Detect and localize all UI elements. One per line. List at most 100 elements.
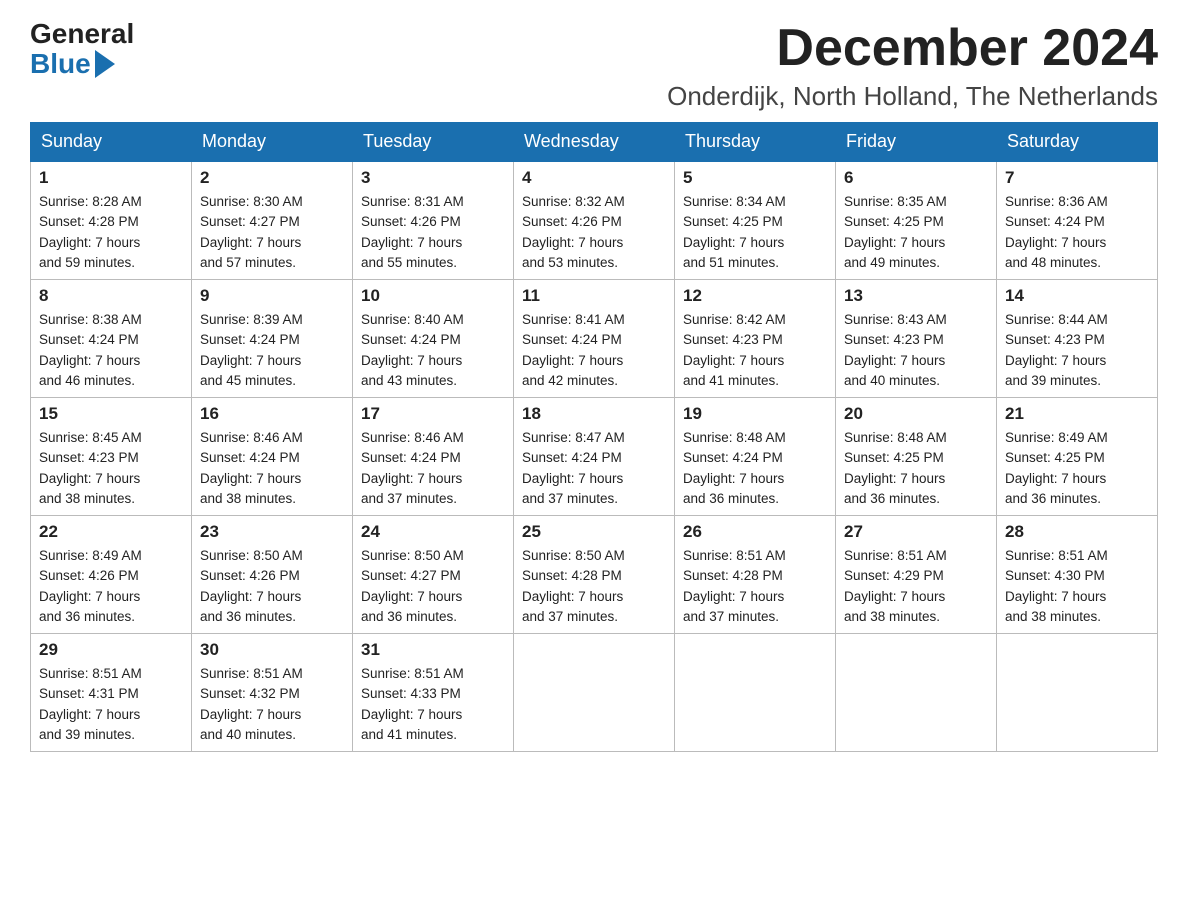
day-info: Sunrise: 8:34 AM Sunset: 4:25 PM Dayligh…	[683, 192, 827, 273]
table-row	[836, 634, 997, 752]
daylight-minutes: and 41 minutes.	[361, 727, 457, 742]
table-row: 20 Sunrise: 8:48 AM Sunset: 4:25 PM Dayl…	[836, 398, 997, 516]
location-title: Onderdijk, North Holland, The Netherland…	[667, 81, 1158, 112]
daylight-minutes: and 46 minutes.	[39, 373, 135, 388]
day-number: 15	[39, 404, 183, 424]
table-row: 17 Sunrise: 8:46 AM Sunset: 4:24 PM Dayl…	[353, 398, 514, 516]
daylight-minutes: and 57 minutes.	[200, 255, 296, 270]
logo: General Blue	[30, 20, 134, 80]
table-row: 19 Sunrise: 8:48 AM Sunset: 4:24 PM Dayl…	[675, 398, 836, 516]
daylight-minutes: and 39 minutes.	[1005, 373, 1101, 388]
sunset-label: Sunset: 4:24 PM	[361, 450, 461, 465]
day-info: Sunrise: 8:51 AM Sunset: 4:29 PM Dayligh…	[844, 546, 988, 627]
sunset-label: Sunset: 4:25 PM	[683, 214, 783, 229]
day-number: 29	[39, 640, 183, 660]
daylight-label: Daylight: 7 hours	[200, 707, 301, 722]
day-info: Sunrise: 8:51 AM Sunset: 4:31 PM Dayligh…	[39, 664, 183, 745]
day-info: Sunrise: 8:47 AM Sunset: 4:24 PM Dayligh…	[522, 428, 666, 509]
day-info: Sunrise: 8:46 AM Sunset: 4:24 PM Dayligh…	[361, 428, 505, 509]
daylight-minutes: and 38 minutes.	[200, 491, 296, 506]
sunrise-label: Sunrise: 8:46 AM	[200, 430, 303, 445]
sunset-label: Sunset: 4:24 PM	[39, 332, 139, 347]
sunrise-label: Sunrise: 8:49 AM	[1005, 430, 1108, 445]
table-row: 21 Sunrise: 8:49 AM Sunset: 4:25 PM Dayl…	[997, 398, 1158, 516]
sunrise-label: Sunrise: 8:48 AM	[844, 430, 947, 445]
day-info: Sunrise: 8:50 AM Sunset: 4:28 PM Dayligh…	[522, 546, 666, 627]
day-info: Sunrise: 8:41 AM Sunset: 4:24 PM Dayligh…	[522, 310, 666, 391]
sunrise-label: Sunrise: 8:49 AM	[39, 548, 142, 563]
day-number: 27	[844, 522, 988, 542]
table-row: 28 Sunrise: 8:51 AM Sunset: 4:30 PM Dayl…	[997, 516, 1158, 634]
sunset-label: Sunset: 4:25 PM	[844, 450, 944, 465]
sunrise-label: Sunrise: 8:38 AM	[39, 312, 142, 327]
daylight-label: Daylight: 7 hours	[844, 235, 945, 250]
table-row: 15 Sunrise: 8:45 AM Sunset: 4:23 PM Dayl…	[31, 398, 192, 516]
sunrise-label: Sunrise: 8:41 AM	[522, 312, 625, 327]
daylight-label: Daylight: 7 hours	[683, 235, 784, 250]
sunrise-label: Sunrise: 8:45 AM	[39, 430, 142, 445]
sunset-label: Sunset: 4:24 PM	[200, 332, 300, 347]
day-info: Sunrise: 8:48 AM Sunset: 4:25 PM Dayligh…	[844, 428, 988, 509]
day-number: 9	[200, 286, 344, 306]
table-row: 18 Sunrise: 8:47 AM Sunset: 4:24 PM Dayl…	[514, 398, 675, 516]
day-info: Sunrise: 8:42 AM Sunset: 4:23 PM Dayligh…	[683, 310, 827, 391]
calendar-week-row: 29 Sunrise: 8:51 AM Sunset: 4:31 PM Dayl…	[31, 634, 1158, 752]
page-header: General Blue December 2024 Onderdijk, No…	[30, 20, 1158, 112]
daylight-label: Daylight: 7 hours	[844, 471, 945, 486]
daylight-minutes: and 40 minutes.	[844, 373, 940, 388]
daylight-label: Daylight: 7 hours	[200, 589, 301, 604]
sunrise-label: Sunrise: 8:42 AM	[683, 312, 786, 327]
logo-arrow-icon	[95, 50, 115, 78]
day-number: 28	[1005, 522, 1149, 542]
sunrise-label: Sunrise: 8:51 AM	[361, 666, 464, 681]
sunrise-label: Sunrise: 8:50 AM	[361, 548, 464, 563]
day-number: 26	[683, 522, 827, 542]
day-number: 21	[1005, 404, 1149, 424]
daylight-minutes: and 41 minutes.	[683, 373, 779, 388]
table-row: 16 Sunrise: 8:46 AM Sunset: 4:24 PM Dayl…	[192, 398, 353, 516]
daylight-label: Daylight: 7 hours	[361, 589, 462, 604]
sunset-label: Sunset: 4:28 PM	[522, 568, 622, 583]
sunset-label: Sunset: 4:26 PM	[200, 568, 300, 583]
table-row: 23 Sunrise: 8:50 AM Sunset: 4:26 PM Dayl…	[192, 516, 353, 634]
daylight-minutes: and 36 minutes.	[683, 491, 779, 506]
day-number: 13	[844, 286, 988, 306]
day-number: 8	[39, 286, 183, 306]
table-row: 30 Sunrise: 8:51 AM Sunset: 4:32 PM Dayl…	[192, 634, 353, 752]
calendar-table: Sunday Monday Tuesday Wednesday Thursday…	[30, 122, 1158, 752]
day-number: 31	[361, 640, 505, 660]
table-row: 8 Sunrise: 8:38 AM Sunset: 4:24 PM Dayli…	[31, 280, 192, 398]
sunset-label: Sunset: 4:26 PM	[522, 214, 622, 229]
daylight-label: Daylight: 7 hours	[1005, 235, 1106, 250]
daylight-minutes: and 39 minutes.	[39, 727, 135, 742]
daylight-minutes: and 43 minutes.	[361, 373, 457, 388]
daylight-minutes: and 45 minutes.	[200, 373, 296, 388]
daylight-minutes: and 37 minutes.	[522, 491, 618, 506]
sunset-label: Sunset: 4:24 PM	[361, 332, 461, 347]
sunset-label: Sunset: 4:32 PM	[200, 686, 300, 701]
sunset-label: Sunset: 4:30 PM	[1005, 568, 1105, 583]
day-info: Sunrise: 8:30 AM Sunset: 4:27 PM Dayligh…	[200, 192, 344, 273]
daylight-label: Daylight: 7 hours	[683, 353, 784, 368]
day-number: 18	[522, 404, 666, 424]
sunrise-label: Sunrise: 8:50 AM	[200, 548, 303, 563]
daylight-minutes: and 55 minutes.	[361, 255, 457, 270]
table-row: 7 Sunrise: 8:36 AM Sunset: 4:24 PM Dayli…	[997, 161, 1158, 280]
day-number: 14	[1005, 286, 1149, 306]
daylight-label: Daylight: 7 hours	[361, 235, 462, 250]
daylight-minutes: and 36 minutes.	[361, 609, 457, 624]
day-info: Sunrise: 8:39 AM Sunset: 4:24 PM Dayligh…	[200, 310, 344, 391]
daylight-minutes: and 37 minutes.	[683, 609, 779, 624]
day-number: 30	[200, 640, 344, 660]
sunset-label: Sunset: 4:26 PM	[361, 214, 461, 229]
day-info: Sunrise: 8:51 AM Sunset: 4:30 PM Dayligh…	[1005, 546, 1149, 627]
month-title: December 2024	[667, 20, 1158, 77]
day-number: 16	[200, 404, 344, 424]
sunset-label: Sunset: 4:28 PM	[683, 568, 783, 583]
daylight-label: Daylight: 7 hours	[522, 471, 623, 486]
sunrise-label: Sunrise: 8:48 AM	[683, 430, 786, 445]
daylight-label: Daylight: 7 hours	[361, 353, 462, 368]
day-info: Sunrise: 8:35 AM Sunset: 4:25 PM Dayligh…	[844, 192, 988, 273]
day-info: Sunrise: 8:48 AM Sunset: 4:24 PM Dayligh…	[683, 428, 827, 509]
sunrise-label: Sunrise: 8:51 AM	[200, 666, 303, 681]
